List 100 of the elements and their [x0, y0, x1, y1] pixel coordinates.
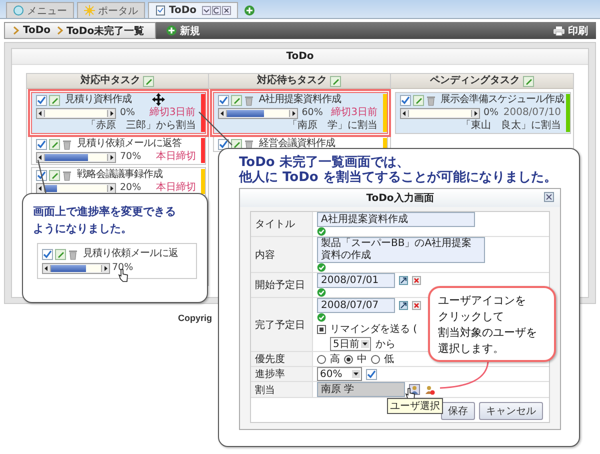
pencil-icon[interactable] [49, 138, 60, 150]
assignment-label: 「東山 良太」に割当 [460, 120, 561, 132]
progress-value: 70% [120, 151, 142, 163]
field-label: 進捗率 [255, 368, 285, 381]
plus-icon[interactable] [166, 25, 178, 36]
radio-button[interactable] [317, 354, 326, 364]
date-field[interactable]: 2008/07/01 [317, 273, 395, 288]
task-title[interactable]: 見積り資料作成 [65, 94, 132, 106]
pencil-icon[interactable] [49, 170, 60, 180]
left-arrow-icon[interactable] [37, 152, 44, 162]
chevron-icon [56, 26, 64, 35]
left-arrow-icon[interactable] [218, 108, 226, 118]
ok-icon [317, 288, 326, 297]
pencil-icon[interactable] [143, 76, 154, 86]
checkmark-icon[interactable] [366, 368, 377, 380]
close-icon[interactable] [222, 6, 231, 15]
refresh-icon[interactable] [212, 6, 221, 15]
radio-label: 中 [357, 352, 367, 366]
clear-icon[interactable] [412, 276, 421, 285]
task-title[interactable]: 戦略会議議事録作成 [77, 169, 162, 181]
right-arrow-icon[interactable] [108, 108, 115, 118]
due-label: 本日締切 [156, 182, 196, 194]
progress-slider[interactable] [400, 108, 480, 118]
pencil-icon[interactable] [230, 138, 242, 150]
task-card[interactable]: 見積り依頼メールに返答 70% 本日締切 [31, 136, 206, 165]
checkbox-icon[interactable] [36, 94, 47, 106]
dropdown-icon[interactable] [202, 6, 211, 15]
new-button[interactable]: 新規 [166, 24, 200, 38]
progress-slider[interactable] [36, 182, 116, 194]
left-arrow-icon[interactable] [37, 184, 44, 192]
pencil-icon[interactable] [49, 94, 60, 106]
ok-icon [317, 227, 326, 236]
task-title[interactable]: 展示会準備スケジュール作成 [440, 94, 564, 106]
add-tab-icon[interactable] [244, 5, 255, 16]
checkbox-icon[interactable] [36, 170, 47, 180]
tooltip: ユーザ選択 [387, 398, 443, 414]
breadcrumb-link[interactable]: ToDo未完了一覧 [66, 24, 144, 38]
right-arrow-icon[interactable] [102, 264, 109, 272]
dropdown[interactable]: 5日前 [330, 337, 372, 351]
user-icon[interactable] [409, 384, 420, 395]
callout-text: 割当対象のユーザを [438, 325, 538, 341]
radio-button[interactable] [371, 354, 380, 364]
close-icon[interactable] [544, 192, 554, 202]
task-card[interactable]: 展示会準備スケジュール作成 0% 2008/07/10 「東山 良太」に割当 [394, 92, 571, 134]
due-label: 2008/07/10 [503, 107, 561, 119]
progress-slider[interactable] [42, 262, 110, 274]
dialog-button[interactable]: キャンセル [479, 402, 543, 420]
calendar-icon[interactable] [399, 276, 408, 285]
move-cursor-icon [152, 93, 165, 106]
progress-slider[interactable] [36, 108, 116, 118]
dropdown[interactable]: 60% [317, 367, 362, 381]
left-arrow-icon[interactable] [37, 108, 44, 118]
remove-user-icon[interactable] [424, 384, 435, 395]
trash-icon[interactable] [62, 170, 72, 180]
right-arrow-icon[interactable] [108, 184, 115, 192]
text-area[interactable]: 製品「スーパーBB」のA社用提案資料の作成 [317, 237, 485, 263]
task-title[interactable]: 見積り依頼メールに返答 [77, 138, 182, 150]
clear-icon[interactable] [412, 301, 421, 310]
left-arrow-icon[interactable] [400, 108, 408, 118]
radio-button[interactable] [344, 354, 353, 364]
print-button[interactable]: 印刷 [553, 24, 588, 38]
trash-icon[interactable] [62, 138, 72, 150]
progress-slider[interactable] [36, 152, 116, 162]
column-title: 対応中タスク [80, 74, 140, 88]
app-tab[interactable]: メニュー [6, 2, 74, 18]
ok-icon [317, 263, 326, 272]
due-label: 本日締切 [156, 151, 196, 163]
pencil-icon[interactable] [412, 94, 424, 106]
trash-icon[interactable] [68, 248, 78, 260]
input-field[interactable]: A社用提案資料作成 [317, 212, 475, 227]
task-title[interactable]: 経営会議資料作成 [258, 138, 335, 150]
right-arrow-icon[interactable] [108, 152, 115, 162]
task-card[interactable]: 見積り資料作成 0% 締切3日前 「赤原 三郎」から割当 [31, 92, 206, 134]
app-tab[interactable]: ポータル [77, 2, 145, 18]
left-arrow-icon[interactable] [43, 264, 50, 272]
checkbox-icon[interactable] [36, 138, 47, 150]
checkbox-icon[interactable] [42, 248, 53, 260]
dialog-button[interactable]: 保存 [441, 402, 475, 420]
calendar-icon[interactable] [399, 301, 408, 310]
pencil-icon[interactable] [55, 248, 66, 260]
progress-value: 20% [120, 182, 142, 194]
date-field[interactable]: 2008/07/07 [317, 298, 395, 313]
app-tab[interactable]: ToDo [148, 2, 238, 18]
pencil-icon[interactable] [230, 94, 242, 106]
field-label: 内容 [255, 248, 275, 262]
checkbox[interactable] [317, 324, 326, 334]
task-title[interactable]: A社用提案資料作成 [258, 94, 342, 106]
checkbox-icon[interactable] [400, 94, 410, 106]
checkbox-icon[interactable] [218, 138, 229, 150]
progress-slider[interactable] [218, 108, 298, 118]
callout-text: 他人に ToDo を割当てすることが可能になりました。 [239, 170, 558, 185]
progress-value: 0% [484, 107, 499, 119]
checkbox-label: リマインダを送る ( [330, 323, 418, 336]
note-icon [155, 5, 166, 16]
pencil-icon[interactable] [330, 76, 342, 86]
caret-icon [361, 340, 370, 348]
checkbox-icon[interactable] [218, 94, 229, 106]
callout-text: ユーザアイコンを [438, 293, 527, 309]
breadcrumb-link[interactable]: ToDo [23, 25, 51, 36]
pencil-icon[interactable] [522, 76, 534, 86]
